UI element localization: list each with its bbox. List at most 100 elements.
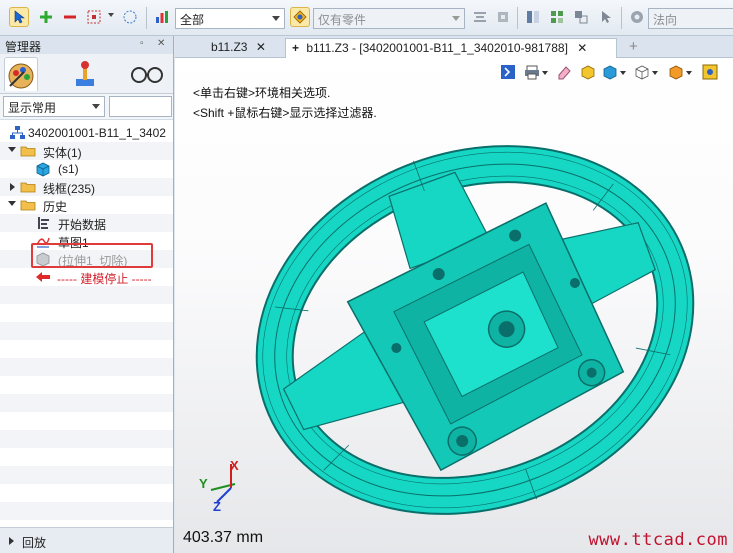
render-dropdown-icon[interactable] xyxy=(620,71,626,75)
tree-empty-row xyxy=(0,502,173,520)
mirror-icon[interactable] xyxy=(523,7,543,27)
tab-b11[interactable]: b11.Z3 ✕ xyxy=(205,38,272,58)
rollback-bar[interactable]: 回放 xyxy=(0,527,173,553)
manager-header: 管理器 ▫ ✕ xyxy=(0,36,173,54)
scale-icon[interactable] xyxy=(571,7,591,27)
manager-tabs xyxy=(0,54,173,94)
graphics-viewport[interactable]: <单击右键>环境相关选项. <Shift +鼠标右键>显示选择过滤器. X Y … xyxy=(175,58,733,553)
remove-icon[interactable] xyxy=(60,7,80,27)
wireframe-cube-icon[interactable] xyxy=(633,63,651,81)
new-tab-button[interactable]: + xyxy=(623,38,644,58)
expand-icon[interactable] xyxy=(8,201,16,206)
tree-empty-row xyxy=(0,376,173,394)
direction-combo[interactable]: 法向 xyxy=(648,8,733,29)
pin-plus-icon[interactable]: + xyxy=(292,41,299,55)
tree-root[interactable]: 3402001001-B11_1_3402 xyxy=(0,124,173,142)
tree-solid-item-label: (s1) xyxy=(58,162,79,176)
axis-z-label: Z xyxy=(213,499,221,514)
panel-options-icon[interactable]: ▫ xyxy=(140,38,144,49)
tree-empty-row xyxy=(0,322,173,340)
axis-x-label: X xyxy=(230,458,239,473)
properties-tab-icon[interactable] xyxy=(68,57,102,91)
close-icon[interactable]: ✕ xyxy=(577,41,587,55)
tree-start-data-label: 开始数据 xyxy=(58,218,107,232)
display-option-value: 显示常用 xyxy=(8,101,57,115)
assembly-icon xyxy=(9,125,25,141)
tree-solid-group[interactable]: 实体(1) xyxy=(0,142,173,160)
tree-empty-row xyxy=(0,304,173,322)
watermark: www.ttcad.com xyxy=(588,530,728,550)
document-tabs: b11.Z3 ✕ + b111.Z3 - [3402001001-B11_1_3… xyxy=(175,36,733,58)
print-icon[interactable] xyxy=(523,63,541,81)
selection-highlight xyxy=(31,243,153,268)
collapse-icon[interactable] xyxy=(10,183,15,191)
parts-only-combo[interactable]: 仅有零件 xyxy=(313,8,465,29)
run-mode-icon[interactable] xyxy=(499,63,517,81)
folder-icon xyxy=(20,179,36,195)
filter-chart-icon[interactable] xyxy=(152,7,172,27)
close-icon[interactable]: ✕ xyxy=(157,38,165,49)
toolbar-separator xyxy=(146,7,147,29)
tree-history-group[interactable]: 历史 xyxy=(0,196,173,214)
expand-icon[interactable] xyxy=(9,537,14,545)
display-settings-icon[interactable] xyxy=(701,63,719,81)
left-arrow-icon xyxy=(35,271,51,287)
tree-empty-row xyxy=(0,358,173,376)
rollback-label: 回放 xyxy=(22,536,47,550)
hint-shift-right-click: <Shift +鼠标右键>显示选择过滤器. xyxy=(193,106,377,120)
pattern-icon[interactable] xyxy=(547,7,567,27)
manager-search-input[interactable] xyxy=(109,96,172,117)
lasso-icon[interactable] xyxy=(120,7,140,27)
tree-wireframe-label: 线框(235) xyxy=(43,182,96,196)
tab-b11-label: b11.Z3 xyxy=(211,40,248,54)
history-tree: 3402001001-B11_1_3402 实体(1) (s1) 线框(235) xyxy=(0,120,173,527)
chevron-down-icon xyxy=(272,16,280,21)
pick-filter-icon[interactable] xyxy=(290,7,310,27)
tab-b111[interactable]: + b111.Z3 - [3402001001-B11_1_3402010-98… xyxy=(285,38,617,58)
view-dropdown-icon[interactable] xyxy=(652,71,658,75)
tree-start-data[interactable]: 开始数据 xyxy=(0,214,173,232)
filter-combo[interactable]: 全部 xyxy=(175,8,285,29)
history-tab-icon[interactable] xyxy=(4,57,38,91)
tree-empty-row xyxy=(0,430,173,448)
close-icon[interactable]: ✕ xyxy=(256,40,266,54)
axis-y-label: Y xyxy=(199,476,208,491)
pointer-icon[interactable] xyxy=(596,7,616,27)
orient-dropdown-icon[interactable] xyxy=(686,71,692,75)
add-icon[interactable] xyxy=(36,7,56,27)
tab-b111-label: b111.Z3 - [3402001001-B11_1_3402010-9817… xyxy=(306,41,568,55)
start-data-icon xyxy=(35,215,51,231)
expand-icon[interactable] xyxy=(8,147,16,152)
direction-gear-icon[interactable] xyxy=(627,7,647,27)
move-icon[interactable] xyxy=(493,7,513,27)
render-cube-icon[interactable] xyxy=(601,63,619,81)
tree-empty-row xyxy=(0,394,173,412)
manager-panel: 管理器 ▫ ✕ 显示常用 3402001001-B11_1_3402 实体(1)… xyxy=(0,36,174,553)
folder-icon xyxy=(20,143,36,159)
orient-cube-icon[interactable] xyxy=(667,63,685,81)
steering-wheel-model[interactable] xyxy=(255,120,695,540)
align-icon[interactable] xyxy=(470,7,490,27)
tree-empty-row xyxy=(0,484,173,502)
box-select-icon[interactable] xyxy=(84,7,104,27)
tree-stop-marker[interactable]: ----- 建模停止 ----- xyxy=(0,268,173,286)
select-cursor-icon[interactable] xyxy=(9,7,29,27)
tree-root-label: 3402001001-B11_1_3402 xyxy=(28,126,166,140)
display-option-combo[interactable]: 显示常用 xyxy=(3,96,105,117)
view-toolbar xyxy=(483,60,733,86)
tree-empty-row xyxy=(0,340,173,358)
parts-only-combo-value: 仅有零件 xyxy=(318,13,367,27)
direction-combo-value: 法向 xyxy=(653,13,678,27)
folder-icon xyxy=(20,197,36,213)
tree-wireframe-group[interactable]: 线框(235) xyxy=(0,178,173,196)
box-select-dropdown-icon[interactable] xyxy=(108,13,114,17)
shaded-cube-icon[interactable] xyxy=(579,63,597,81)
eraser-icon[interactable] xyxy=(555,63,573,81)
manager-title: 管理器 xyxy=(5,40,42,54)
tree-stop-marker-label: ----- 建模停止 ----- xyxy=(57,272,152,286)
print-dropdown-icon[interactable] xyxy=(542,71,548,75)
view-glasses-tab-icon[interactable] xyxy=(130,57,164,91)
chevron-down-icon xyxy=(92,104,100,109)
tree-solid-item[interactable]: (s1) xyxy=(0,160,173,178)
filter-combo-value: 全部 xyxy=(180,13,205,27)
